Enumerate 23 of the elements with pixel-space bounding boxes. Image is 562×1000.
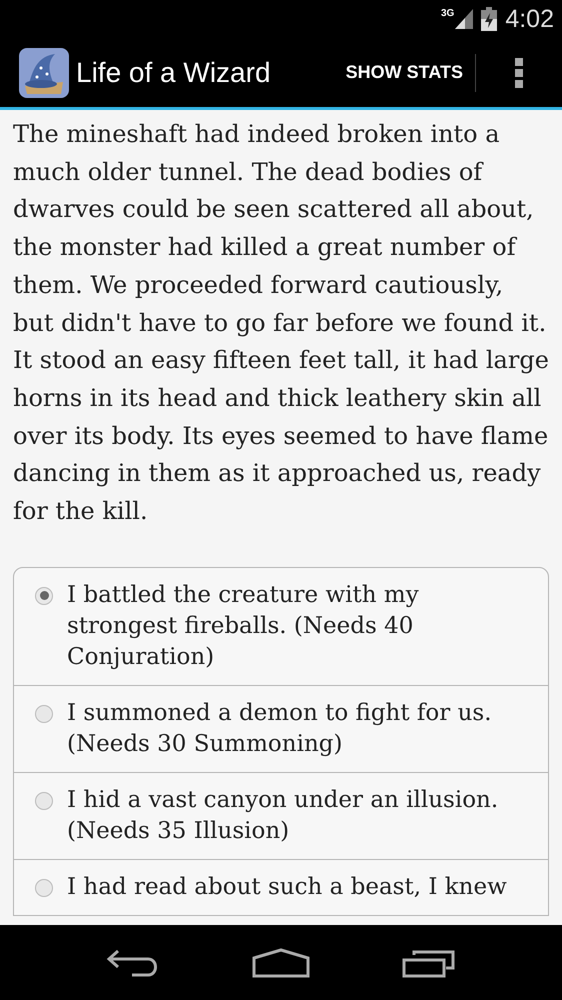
- choice-text: I battled the creature with my strongest fireballs. (Needs 40 Conjuration): [67, 580, 420, 672]
- radio-button[interactable]: [35, 586, 53, 605]
- network-type: 3G: [440, 9, 454, 19]
- choice-text: I hid a vast canyon under an illusion. (Needs 35 Illusion): [67, 786, 500, 846]
- recent-apps-icon[interactable]: [402, 948, 456, 978]
- show-stats-button[interactable]: SHOW STATS: [334, 38, 475, 107]
- radio-button[interactable]: [35, 878, 53, 897]
- battery-icon: [481, 7, 498, 31]
- wizard-hat-icon: [19, 48, 69, 98]
- choice-option[interactable]: I battled the creature with my strongest fireballs. (Needs 40 Conjuration): [14, 568, 548, 685]
- radio-button[interactable]: [35, 792, 53, 810]
- choice-option[interactable]: I summoned a demon to fight for us. (Needs 30 Summoning): [14, 684, 548, 772]
- app-title: Life of a Wizard: [76, 56, 271, 90]
- back-icon[interactable]: [106, 948, 160, 978]
- choice-text: I summoned a demon to fight for us. (Needs 30 Summoning): [67, 698, 493, 759]
- clock: 4:02: [505, 6, 554, 32]
- home-icon[interactable]: [252, 948, 310, 978]
- choice-option[interactable]: I had read about such a beast, I knew: [14, 858, 548, 915]
- signal-icon: [455, 9, 474, 29]
- story-text: The mineshaft had indeed broken into a much older tunnel. The dead bodies of dwarves could be seen scattered all about, the monster had killed a great number of them. We proceeded forward cautiously, but didn't have to go far before we found it. It stood an easy fifteen feet tall, it had large horns in its head and thick leathery skin all over its body. Its eyes seemed to have flame dancing in them as it approached us, ready for the kill.: [13, 119, 549, 528]
- choice-option[interactable]: I hid a vast canyon under an illusion. (Needs 35 Illusion): [14, 772, 548, 859]
- choice-text: I had read about such a beast, I knew: [67, 872, 507, 902]
- radio-button[interactable]: [35, 704, 53, 723]
